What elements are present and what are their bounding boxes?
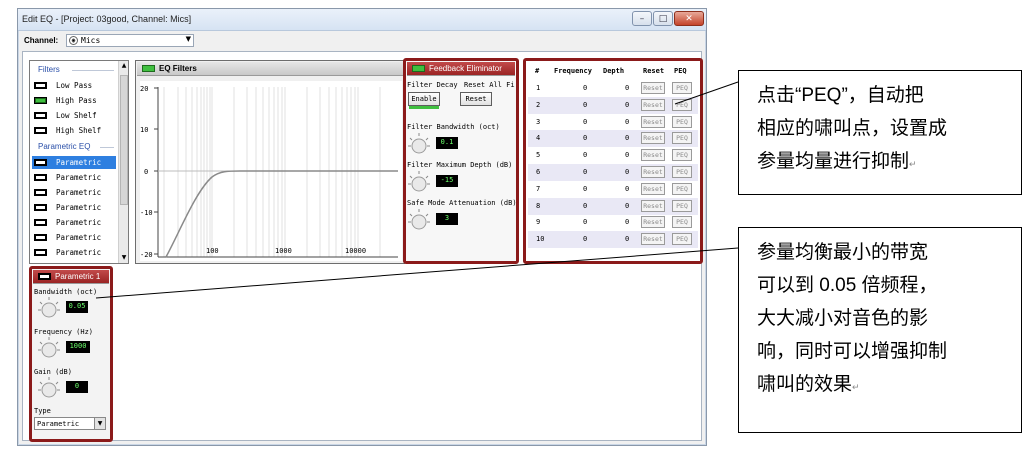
- connector-line-peq: [674, 81, 739, 105]
- callout-line: 大大减小对音色的影: [757, 308, 929, 329]
- callout-line: 相应的啸叫点，设置成: [757, 118, 948, 139]
- callout-line-last: 参量均量进行抑制↵: [757, 145, 1015, 181]
- callout-peq-note: 点击“PEQ”，自动把 相应的啸叫点，设置成 参量均量进行抑制↵: [738, 70, 1022, 195]
- callout-line: 点击“PEQ”，自动把: [757, 85, 924, 106]
- paragraph-mark-icon: ↵: [852, 382, 860, 392]
- paragraph-mark-icon: ↵: [909, 159, 917, 169]
- callout-bandwidth-note: 参量均衡最小的带宽 可以到 0.05 倍频程， 大大减小对音色的影 响，同时可以…: [738, 227, 1022, 433]
- callout-line-last: 啸叫的效果↵: [757, 368, 1015, 404]
- callout-line: 参量均量进行抑制: [757, 151, 910, 172]
- callout-line: 响，同时可以增强抑制: [757, 341, 948, 362]
- callout-line: 啸叫的效果: [757, 374, 853, 395]
- callout-line: 参量均衡最小的带宽: [757, 242, 929, 263]
- callout-line: 可以到 0.05 倍频程，: [757, 275, 938, 296]
- connector-line-bandwidth: [95, 247, 739, 299]
